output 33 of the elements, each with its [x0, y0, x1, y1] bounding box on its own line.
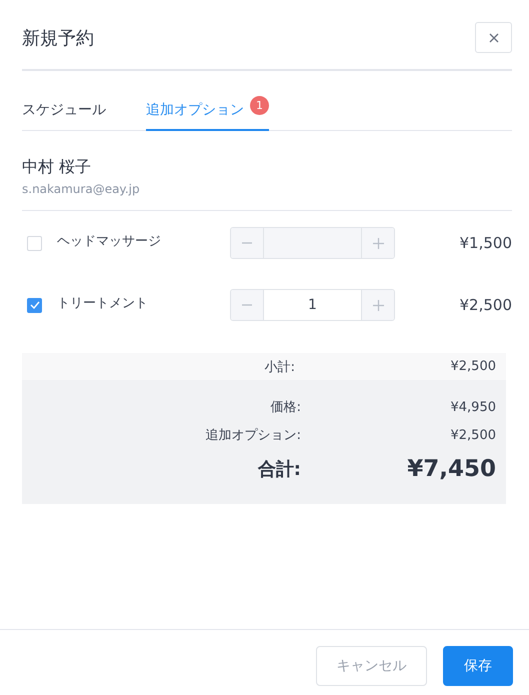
customer-name: 中村 桜子 [22, 157, 92, 178]
save-button[interactable]: 保存 [443, 646, 513, 686]
total-value: ¥7,450 [406, 456, 497, 482]
summary-value: ¥2,500 [450, 359, 497, 374]
plus-icon [372, 300, 384, 310]
option-name: ヘッドマッサージ [57, 233, 162, 250]
increment-button[interactable] [362, 228, 394, 258]
option-price: ¥1,500 [460, 234, 512, 252]
quantity-field[interactable]: 1 [263, 290, 362, 320]
total-label: 合計: [256, 458, 301, 481]
plus-icon [372, 238, 384, 248]
count-badge: 1 [250, 96, 269, 115]
minus-icon [242, 304, 252, 306]
close-button[interactable] [475, 22, 512, 53]
checkbox[interactable] [27, 298, 42, 312]
summary-value: ¥2,500 [450, 428, 497, 442]
check-icon [30, 301, 40, 309]
decrement-button[interactable] [231, 228, 263, 258]
summary-label: 追加オプション: [204, 427, 301, 444]
option-name: トリートメント [57, 295, 149, 312]
increment-button[interactable] [362, 290, 394, 320]
quantity-stepper[interactable]: 1 [230, 289, 395, 321]
tab[interactable]: スケジュール [22, 93, 106, 131]
decrement-button[interactable] [231, 290, 263, 320]
customer-email: s.nakamura@eay.jp [22, 182, 141, 196]
close-icon [488, 32, 498, 42]
option-price: ¥2,500 [460, 296, 512, 314]
summary-label: 価格: [270, 399, 301, 416]
summary-label: 小計: [264, 358, 295, 376]
quantity-stepper[interactable] [230, 227, 395, 259]
dialog-title: 新規予約 [22, 26, 94, 50]
minus-icon [242, 242, 252, 244]
summary-value: ¥4,950 [450, 400, 497, 414]
